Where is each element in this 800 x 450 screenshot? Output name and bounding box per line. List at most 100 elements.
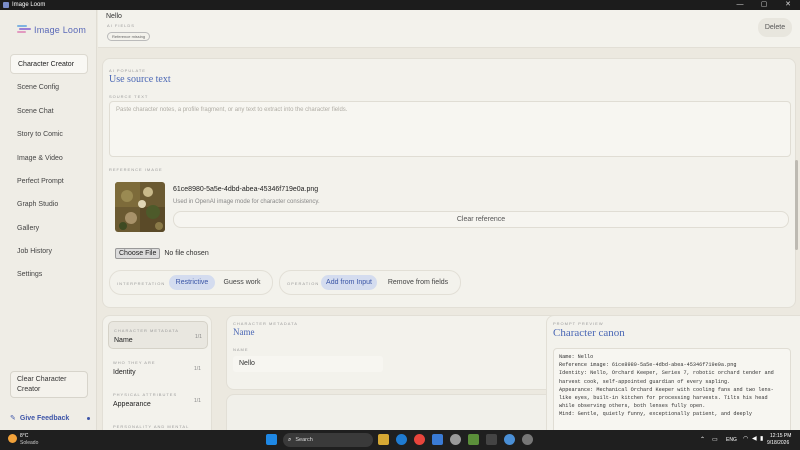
reference-image-label: REFERENCE IMAGE xyxy=(109,167,163,172)
reference-missing-badge: Reference missing xyxy=(107,32,151,41)
reference-description: Used in OpenAI image mode for character … xyxy=(173,199,320,205)
clear-reference-button[interactable]: Clear reference xyxy=(173,211,789,228)
weather-condition: Soleado xyxy=(20,440,39,446)
start-icon[interactable] xyxy=(266,434,277,445)
guess-work-option[interactable]: Guess work xyxy=(219,275,265,290)
name-field-input[interactable]: Nello xyxy=(233,356,383,372)
main-scrollbar[interactable] xyxy=(795,160,798,250)
sidebar-item-image-video[interactable]: Image & Video xyxy=(10,148,88,168)
prompt-preview-eyebrow: PROMPT PREVIEW xyxy=(553,321,604,326)
speaker-icon[interactable]: ◀ xyxy=(752,435,757,442)
chevron-up-icon[interactable]: ⌃ xyxy=(700,436,705,443)
sidebar-item-character-creator[interactable]: Character Creator xyxy=(10,54,88,74)
clock-time[interactable]: 12:15 PM xyxy=(770,433,791,439)
ai-populate-title: Use source text xyxy=(109,74,171,85)
app-icon-green[interactable] xyxy=(468,434,479,445)
prompt-line: Identity: Nello, Orchard Keeper, Series … xyxy=(559,370,774,377)
sidebar-item-job-history[interactable]: Job History xyxy=(10,241,88,261)
prompt-line: like eyes, built-in kitchen for processi… xyxy=(559,395,768,402)
prompt-line: harvest cook, self-appointed guardian of… xyxy=(559,378,731,385)
remove-from-fields-option[interactable]: Remove from fields xyxy=(383,275,453,290)
prompt-line: Appearance: Mechanical Orchard Keeper wi… xyxy=(559,386,774,393)
ai-populate-eyebrow: AI POPULATE xyxy=(109,68,146,73)
weather-temp: 8°C xyxy=(20,433,29,439)
operation-label: OPERATION xyxy=(287,281,320,286)
character-name: Nello xyxy=(106,13,122,20)
section-item-appearance[interactable]: PHYSICAL ATTRIBUTES Appearance 1/1 xyxy=(108,387,208,415)
logo-icon xyxy=(17,24,31,35)
prompt-line: while observing others, both lenses full… xyxy=(559,403,706,410)
title-bar: Image Loom — ▢ ✕ xyxy=(0,0,800,10)
maximize-button[interactable]: ▢ xyxy=(752,0,776,10)
section-item-name[interactable]: CHARACTER METADATA Name 1/1 xyxy=(108,321,208,349)
feedback-icon: ✎ xyxy=(10,415,16,422)
prompt-preview-card: PROMPT PREVIEW Character canon Name: Nel… xyxy=(546,315,800,430)
sidebar-item-scene-chat[interactable]: Scene Chat xyxy=(10,101,88,121)
sidebar-item-story-to-comic[interactable]: Story to Comic xyxy=(10,124,88,144)
close-button[interactable]: ✕ xyxy=(776,0,800,10)
logo-text: Image Loom xyxy=(34,24,87,35)
edge-icon[interactable] xyxy=(396,434,407,445)
section-title: Identity xyxy=(113,369,136,376)
tray-icon[interactable]: ▭ xyxy=(712,436,718,443)
source-text-label: SOURCE TEXT xyxy=(109,94,149,99)
globe-icon[interactable] xyxy=(504,434,515,445)
section-caps: PHYSICAL ATTRIBUTES xyxy=(113,392,178,397)
language-indicator[interactable]: ENG xyxy=(726,437,737,443)
file-explorer-icon[interactable] xyxy=(378,434,389,445)
sidebar-item-scene-config[interactable]: Scene Config xyxy=(10,77,88,97)
weather-icon xyxy=(8,434,17,443)
prompt-line: Name: Nello xyxy=(559,354,594,360)
restrictive-option[interactable]: Restrictive xyxy=(169,275,215,290)
file-chooser[interactable]: Choose File No file chosen xyxy=(115,248,209,259)
sidebar-item-gallery[interactable]: Gallery xyxy=(10,218,88,238)
section-caps: CHARACTER METADATA xyxy=(114,328,179,333)
sections-list: CHARACTER METADATA Name 1/1 WHO THEY ARE… xyxy=(102,315,212,430)
window-title: Image Loom xyxy=(12,2,46,8)
minimize-button[interactable]: — xyxy=(728,0,752,10)
give-feedback-label: Give Feedback xyxy=(19,414,70,422)
give-feedback-link[interactable]: ✎ Give Feedback xyxy=(10,414,90,422)
section-count: 1/1 xyxy=(194,366,201,372)
section-item-identity[interactable]: WHO THEY ARE Identity 1/1 xyxy=(108,355,208,383)
source-text-input[interactable]: Paste character notes, a profile fragmen… xyxy=(109,101,791,157)
taskbar: 8°C Soleado ⌕ Search ⌃ ▭ ENG ◠ ◀ ▮ 12:15… xyxy=(0,430,800,450)
sidebar-item-settings[interactable]: Settings xyxy=(10,264,88,284)
add-from-input-option[interactable]: Add from Input xyxy=(321,275,377,290)
section-caps: WHO THEY ARE xyxy=(113,360,156,365)
reference-image-thumbnail xyxy=(115,182,165,232)
chrome-icon[interactable] xyxy=(414,434,425,445)
section-caps: PERSONALITY AND MENTAL xyxy=(113,424,190,429)
terminal-icon[interactable] xyxy=(486,434,497,445)
section-title: Appearance xyxy=(113,401,151,408)
feedback-indicator xyxy=(87,416,90,420)
prompt-line: Reference image: 61ce8980-5a5e-4dbd-abea… xyxy=(559,362,737,369)
battery-icon[interactable]: ▮ xyxy=(760,435,763,442)
choose-file-button[interactable]: Choose File xyxy=(115,248,161,259)
section-count: 1/1 xyxy=(195,334,202,340)
taskbar-search[interactable]: ⌕ Search xyxy=(283,433,373,447)
wifi-icon[interactable]: ◠ xyxy=(743,435,748,442)
name-field-label: NAME xyxy=(233,347,249,352)
delete-button[interactable]: Delete xyxy=(758,18,792,37)
search-icon: ⌕ xyxy=(288,436,292,443)
metadata-title: Name xyxy=(233,327,255,337)
app-icon-blue[interactable] xyxy=(432,434,443,445)
app-icon xyxy=(3,2,9,8)
ai-populate-card: AI POPULATE Use source text SOURCE TEXT … xyxy=(102,58,796,308)
app-icon-gray[interactable] xyxy=(522,434,533,445)
sidebar-item-graph-studio[interactable]: Graph Studio xyxy=(10,194,88,214)
section-item-personality[interactable]: PERSONALITY AND MENTAL xyxy=(108,419,208,430)
logo: Image Loom xyxy=(17,24,86,35)
sidebar-item-perfect-prompt[interactable]: Perfect Prompt xyxy=(10,171,88,191)
prompt-preview-text: Name: Nello Reference image: 61ce8980-5a… xyxy=(559,353,774,419)
clear-character-creator-button[interactable]: Clear Character Creator xyxy=(10,371,88,398)
clock-date[interactable]: 9/18/2026 xyxy=(767,440,789,446)
prompt-preview-title: Character canon xyxy=(553,327,625,339)
prompt-line: Mind: Gentle, quietly funny, exceptional… xyxy=(559,411,753,418)
settings-icon[interactable] xyxy=(450,434,461,445)
interpretation-label: INTERPRETATION xyxy=(117,281,166,286)
reference-filename: 61ce8980-5a5e-4dbd-abea-45346f719e0a.png xyxy=(173,186,319,193)
character-card: Nello AI FIELDS Reference missing Delete xyxy=(98,10,800,48)
search-label: Search xyxy=(295,437,313,443)
